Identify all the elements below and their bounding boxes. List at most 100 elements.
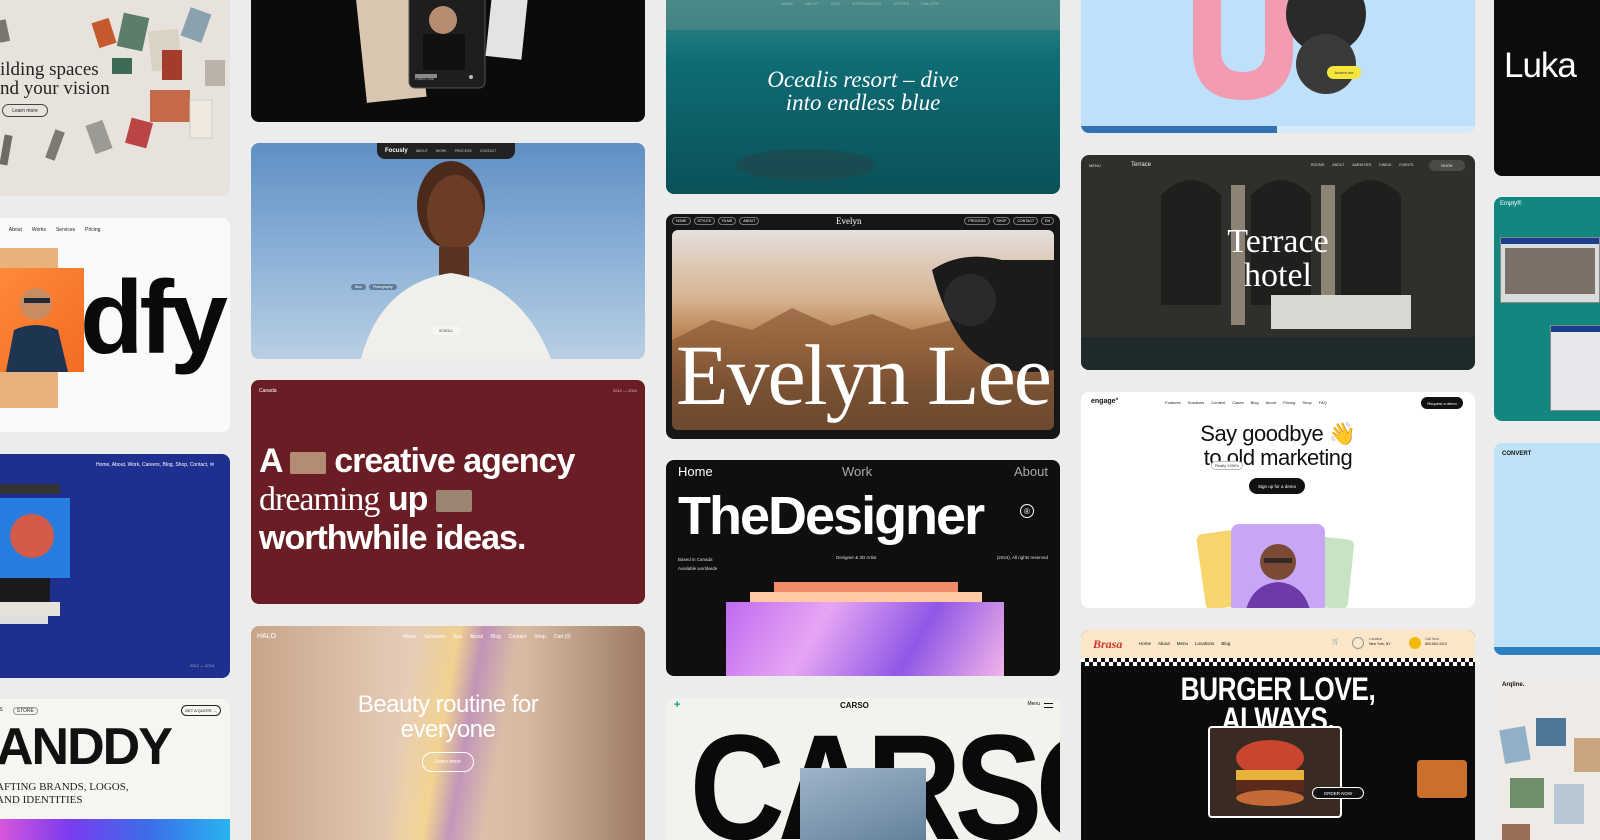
template-card-empty[interactable]: Empty® <box>1494 197 1600 421</box>
nav-item[interactable]: ABOUT <box>739 217 760 225</box>
stack-layer <box>750 592 982 602</box>
template-card-brasa[interactable]: Brasa Home About Menu Locations Blog 🛒 L… <box>1081 630 1475 840</box>
hero-name: Evelyn Lee <box>676 327 1052 423</box>
menu-button[interactable]: MENU <box>1089 163 1101 168</box>
nav-item[interactable]: Cart (0) <box>554 634 571 640</box>
headline-line-1: Terrace <box>1227 223 1329 260</box>
brand-logo[interactable]: HALO <box>257 633 276 640</box>
copyright-text: (2024), All rights reserved <box>996 555 1048 560</box>
nav-item[interactable]: Solutions <box>424 634 445 640</box>
nav-item[interactable]: Services <box>56 227 75 233</box>
nav-item[interactable]: About <box>1266 400 1276 405</box>
headline-line-1: ilding spaces <box>0 59 99 80</box>
nav-item[interactable]: Shop <box>534 634 546 640</box>
template-card-carso[interactable]: + CARSO Menu CARSO <box>666 698 1060 840</box>
brand-wordmark: Luka <box>1504 46 1577 85</box>
nav-item[interactable]: STYLES <box>693 217 715 225</box>
nav-item[interactable]: Menu <box>1177 641 1188 646</box>
template-card-convert[interactable]: CONVERT <box>1494 443 1600 655</box>
template-card-halo[interactable]: HALO Home Solutions Spa About Blog Conta… <box>251 626 645 840</box>
template-card-portfolio-blue[interactable]: Home, About, Work, Careers, Blog, Shop, … <box>0 454 230 678</box>
nav-item[interactable]: PROCESS <box>964 217 990 225</box>
nav-item[interactable]: HOME <box>672 217 691 225</box>
template-card-balloon[interactable]: Accent me <box>1081 0 1475 133</box>
nav-item[interactable]: Works <box>32 227 46 233</box>
portrait-figure <box>6 288 68 372</box>
order-now-button[interactable]: ORDER NOW <box>1312 787 1364 799</box>
nav-item[interactable]: CONTACT <box>1013 217 1039 225</box>
nav-item[interactable]: About <box>9 227 22 233</box>
plus-icon[interactable]: + <box>674 699 680 711</box>
nav-item[interactable]: Features <box>1165 400 1181 405</box>
brand-logo[interactable]: Terrace <box>1131 162 1151 168</box>
nav-item[interactable]: Blog <box>491 634 501 640</box>
template-card-dark-phone[interactable]: Direct Link <box>251 0 645 122</box>
nav-item[interactable]: STORE <box>12 707 38 715</box>
get-a-quote-button[interactable]: GET A QUOTE → <box>181 705 221 716</box>
tag[interactable]: Photography <box>368 284 397 290</box>
template-card-spaces[interactable]: ilding spaces nd your vision Learn more <box>0 0 230 196</box>
scroll-button[interactable]: SCROLL <box>431 326 461 335</box>
nav-item[interactable]: Blog <box>1251 400 1259 405</box>
nav-item[interactable]: FAQ <box>1319 400 1327 405</box>
template-card-evelyn[interactable]: HOME STYLES FILMS ABOUT Evelyn PROCESS S… <box>666 214 1060 439</box>
cart-icon[interactable]: 🛒 <box>1332 638 1339 645</box>
template-card-focusly[interactable]: Focusly ABOUT WORK PROCESS CONTACT Bios … <box>251 143 645 359</box>
brand-logo[interactable]: Canada <box>259 388 277 394</box>
nav-item[interactable]: Content <box>1211 400 1225 405</box>
nav-item[interactable]: Pricing <box>1283 400 1295 405</box>
nav-item[interactable]: Cases <box>1232 400 1243 405</box>
nav-item[interactable]: About <box>470 634 483 640</box>
tag[interactable]: Bios <box>351 284 366 290</box>
brand-logo[interactable]: Brasa <box>1093 637 1122 652</box>
template-card-luka[interactable]: Luka <box>1494 0 1600 176</box>
book-button[interactable]: BOOK <box>1429 160 1465 171</box>
learn-more-button[interactable]: Learn more <box>2 104 48 117</box>
nav-item[interactable]: Contact <box>509 634 526 640</box>
nav-home[interactable]: Home <box>678 464 713 479</box>
progress-bar <box>1081 126 1277 133</box>
brand-logo[interactable]: engage° <box>1091 398 1118 405</box>
accent-badge: Accent me <box>1327 66 1361 79</box>
registered-icon: ® <box>1020 504 1034 518</box>
template-card-canada[interactable]: Canada 2012 — 2024 A creative agency dre… <box>251 380 645 604</box>
nav-item[interactable]: Locations <box>1195 641 1214 646</box>
template-card-terrace[interactable]: MENU Terrace ROOMS ABOUT AMENITIES DININ… <box>1081 155 1475 370</box>
template-card-ocealis[interactable]: HOME ABOUT STAY EXPERIENCES OFFERS GALLE… <box>666 0 1060 194</box>
brand-logo[interactable]: CONVERT <box>1502 451 1531 457</box>
brand-logo[interactable]: Evelyn <box>836 216 862 226</box>
burger-photo <box>1208 726 1342 818</box>
template-card-arqline[interactable]: Arqline. <box>1494 678 1600 840</box>
template-card-designer[interactable]: Home Work About TheDesigner ® Based in C… <box>666 460 1060 676</box>
request-demo-button[interactable]: Request a demo <box>1421 397 1463 409</box>
brand-logo[interactable]: Arqline. <box>1502 682 1524 688</box>
nav-item[interactable]: AMENITIES <box>1352 163 1371 167</box>
top-navigation[interactable]: Home, About, Work, Careers, Blog, Shop, … <box>96 462 214 468</box>
nav-work[interactable]: Work <box>842 464 872 479</box>
nav-item[interactable]: Spa <box>453 634 462 640</box>
nav-item[interactable]: EVENTS <box>1399 163 1413 167</box>
nav-item[interactable]: Home <box>1139 641 1151 646</box>
nav-item[interactable]: Shop <box>1302 400 1311 405</box>
template-card-andy[interactable]: ES STORE GET A QUOTE → ANDDY AFTING BRAN… <box>0 699 230 840</box>
balloon-illustration <box>1193 0 1366 100</box>
brand-logo[interactable]: Empty® <box>1500 201 1521 207</box>
nav-item[interactable]: DINING <box>1379 163 1391 167</box>
nav-item[interactable]: Solutions <box>1188 400 1204 405</box>
nav-item[interactable]: About <box>1158 641 1170 646</box>
nav-item[interactable]: SHOP <box>992 217 1011 225</box>
phone-value[interactable]: 800-654-3210 <box>1425 642 1447 647</box>
nav-item[interactable]: FILMS <box>717 217 737 225</box>
nav-item[interactable]: Blog <box>1221 641 1230 646</box>
nav-item[interactable]: ABOUT <box>1332 163 1344 167</box>
template-card-dfy[interactable]: e About Works Services Pricing dfy <box>0 218 230 432</box>
nav-item[interactable]: Pricing <box>85 227 100 233</box>
learn-more-button[interactable]: Learn more <box>422 752 474 772</box>
nav-item[interactable]: EN <box>1041 217 1054 225</box>
nav-about[interactable]: About <box>1014 464 1048 479</box>
template-card-engage[interactable]: engage° Features Solutions Content Cases… <box>1081 392 1475 608</box>
sign-up-demo-button[interactable]: Sign up for a demo <box>1249 478 1305 494</box>
nav-item[interactable]: ES <box>0 707 3 715</box>
nav-item[interactable]: ROOMS <box>1311 163 1324 167</box>
nav-item[interactable]: Home <box>403 634 416 640</box>
